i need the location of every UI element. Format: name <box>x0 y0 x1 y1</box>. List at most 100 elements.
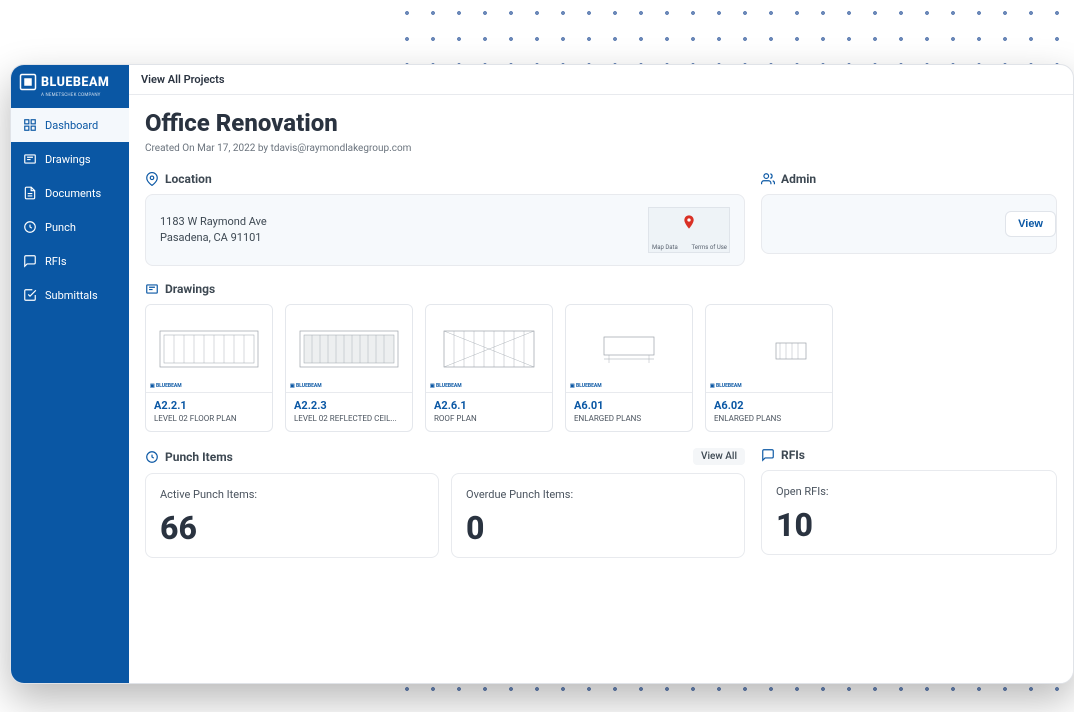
stat-label: Active Punch Items: <box>160 488 424 501</box>
view-admin-button[interactable]: View <box>1005 211 1056 237</box>
thumb-brand-icon: ▣ BLUEBEAM <box>710 383 742 389</box>
sidebar-item-drawings[interactable]: Drawings <box>11 142 129 176</box>
address-line-2: Pasadena, CA 91101 <box>160 230 267 246</box>
punch-stat-cards: Active Punch Items: 66 Overdue Punch Ite… <box>145 473 745 558</box>
drawing-name: ENLARGED PLANS <box>714 414 824 423</box>
location-section: Location 1183 W Raymond Ave Pasadena, CA… <box>145 172 745 266</box>
sidebar-item-documents[interactable]: Documents <box>11 176 129 210</box>
thumb-brand-icon: ▣ BLUEBEAM <box>570 383 602 389</box>
sidebar-item-label: Submittals <box>45 289 98 302</box>
drawing-name: ENLARGED PLANS <box>574 414 684 423</box>
sidebar-item-label: Punch <box>45 221 76 234</box>
address-line-1: 1183 W Raymond Ave <box>160 214 267 230</box>
section-header: Admin <box>761 172 1057 186</box>
punch-icon <box>23 220 37 234</box>
section-title: Punch Items <box>165 450 233 464</box>
page-meta: Created On Mar 17, 2022 by tdavis@raymon… <box>145 143 1057 154</box>
admin-section: Admin View <box>761 172 1057 266</box>
drawing-code: A2.2.1 <box>154 399 264 412</box>
stat-value: 0 <box>466 509 730 547</box>
admin-icon <box>761 172 775 186</box>
sidebar-item-submittals[interactable]: Submittals <box>11 278 129 312</box>
map-pin-icon <box>681 212 697 232</box>
section-title: Drawings <box>165 282 215 296</box>
sidebar-item-rfis[interactable]: RFIs <box>11 244 129 278</box>
drawing-code: A6.02 <box>714 399 824 412</box>
topbar: View All Projects <box>129 65 1073 95</box>
page-title: Office Renovation <box>145 109 1057 137</box>
drawing-card[interactable]: ▣ BLUEBEAM A2.6.1 ROOF PLAN <box>425 304 553 432</box>
documents-icon <box>23 186 37 200</box>
sidebar-item-punch[interactable]: Punch <box>11 210 129 244</box>
nav: Dashboard Drawings Documents Punch <box>11 108 129 312</box>
sidebar-item-label: Documents <box>45 187 101 200</box>
map-terms-label: Terms of Use <box>691 244 727 251</box>
stat-value: 10 <box>776 506 1042 544</box>
app-window: BLUEBEAM A NEMETSCHEK COMPANY Dashboard … <box>10 64 1074 684</box>
drawing-code: A2.2.3 <box>294 399 404 412</box>
content: Office Renovation Created On Mar 17, 202… <box>129 95 1073 683</box>
admin-card: View <box>761 194 1057 254</box>
location-icon <box>145 172 159 186</box>
submittals-icon <box>23 288 37 302</box>
drawing-thumbnail: ▣ BLUEBEAM <box>146 305 272 393</box>
map-thumbnail[interactable]: Map Data Terms of Use <box>648 207 730 253</box>
drawings-section: Drawings ▣ BLUEBEAM A2.2.1 LEVEL 02 FLOO… <box>145 282 1057 432</box>
drawing-name: ROOF PLAN <box>434 414 544 423</box>
rfis-header-icon <box>761 448 775 462</box>
drawings-header-icon <box>145 282 159 296</box>
rfi-stat-cards: Open RFIs: 10 <box>761 470 1057 555</box>
drawing-info: A2.6.1 ROOF PLAN <box>426 393 552 431</box>
drawing-thumbnail: ▣ BLUEBEAM <box>426 305 552 393</box>
section-header: Location <box>145 172 745 186</box>
sidebar-item-label: RFIs <box>45 255 67 268</box>
section-title: RFIs <box>781 448 805 462</box>
sidebar: BLUEBEAM A NEMETSCHEK COMPANY Dashboard … <box>11 65 129 683</box>
drawings-icon <box>23 152 37 166</box>
drawing-name: LEVEL 02 REFLECTED CEIL... <box>294 414 404 423</box>
section-header: RFIs <box>761 448 1057 462</box>
active-punch-card: Active Punch Items: 66 <box>145 473 439 558</box>
drawing-info: A6.02 ENLARGED PLANS <box>706 393 832 431</box>
dashboard-icon <box>23 118 37 132</box>
overdue-punch-card: Overdue Punch Items: 0 <box>451 473 745 558</box>
brand-logo: BLUEBEAM <box>11 65 129 95</box>
punch-header-icon <box>145 450 159 464</box>
stat-label: Open RFIs: <box>776 485 1042 498</box>
thumb-brand-icon: ▣ BLUEBEAM <box>150 383 182 389</box>
brand-tagline: A NEMETSCHEK COMPANY <box>11 93 129 102</box>
drawing-thumbnail: ▣ BLUEBEAM <box>566 305 692 393</box>
stat-label: Overdue Punch Items: <box>466 488 730 501</box>
drawing-code: A6.01 <box>574 399 684 412</box>
main: View All Projects Office Renovation Crea… <box>129 65 1073 683</box>
address: 1183 W Raymond Ave Pasadena, CA 91101 <box>160 214 267 246</box>
location-card: 1183 W Raymond Ave Pasadena, CA 91101 Ma… <box>145 194 745 266</box>
open-rfis-card: Open RFIs: 10 <box>761 470 1057 555</box>
drawing-thumbnail: ▣ BLUEBEAM <box>706 305 832 393</box>
thumb-brand-icon: ▣ BLUEBEAM <box>430 383 462 389</box>
map-data-label: Map Data <box>652 244 678 251</box>
bluebeam-logo-icon <box>19 73 37 91</box>
punch-items-section: Punch Items View All Active Punch Items:… <box>145 448 745 558</box>
punch-view-all-link[interactable]: View All <box>693 448 745 465</box>
drawing-card[interactable]: ▣ BLUEBEAM A2.2.1 LEVEL 02 FLOOR PLAN <box>145 304 273 432</box>
stat-value: 66 <box>160 509 424 547</box>
sidebar-item-label: Drawings <box>45 153 91 166</box>
sidebar-item-dashboard[interactable]: Dashboard <box>11 108 129 142</box>
thumb-brand-icon: ▣ BLUEBEAM <box>290 383 322 389</box>
drawing-card[interactable]: ▣ BLUEBEAM A2.2.3 LEVEL 02 REFLECTED CEI… <box>285 304 413 432</box>
drawing-code: A2.6.1 <box>434 399 544 412</box>
drawing-info: A6.01 ENLARGED PLANS <box>566 393 692 431</box>
section-header: Punch Items View All <box>145 448 745 465</box>
section-header: Drawings <box>145 282 1057 296</box>
sidebar-item-label: Dashboard <box>45 119 98 132</box>
drawing-name: LEVEL 02 FLOOR PLAN <box>154 414 264 423</box>
section-title: Location <box>165 172 212 186</box>
drawings-list: ▣ BLUEBEAM A2.2.1 LEVEL 02 FLOOR PLAN ▣ … <box>145 304 1057 432</box>
drawing-info: A2.2.3 LEVEL 02 REFLECTED CEIL... <box>286 393 412 431</box>
view-all-projects-link[interactable]: View All Projects <box>141 73 224 86</box>
rfis-icon <box>23 254 37 268</box>
section-title: Admin <box>781 172 816 186</box>
drawing-card[interactable]: ▣ BLUEBEAM A6.02 ENLARGED PLANS <box>705 304 833 432</box>
drawing-card[interactable]: ▣ BLUEBEAM A6.01 ENLARGED PLANS <box>565 304 693 432</box>
